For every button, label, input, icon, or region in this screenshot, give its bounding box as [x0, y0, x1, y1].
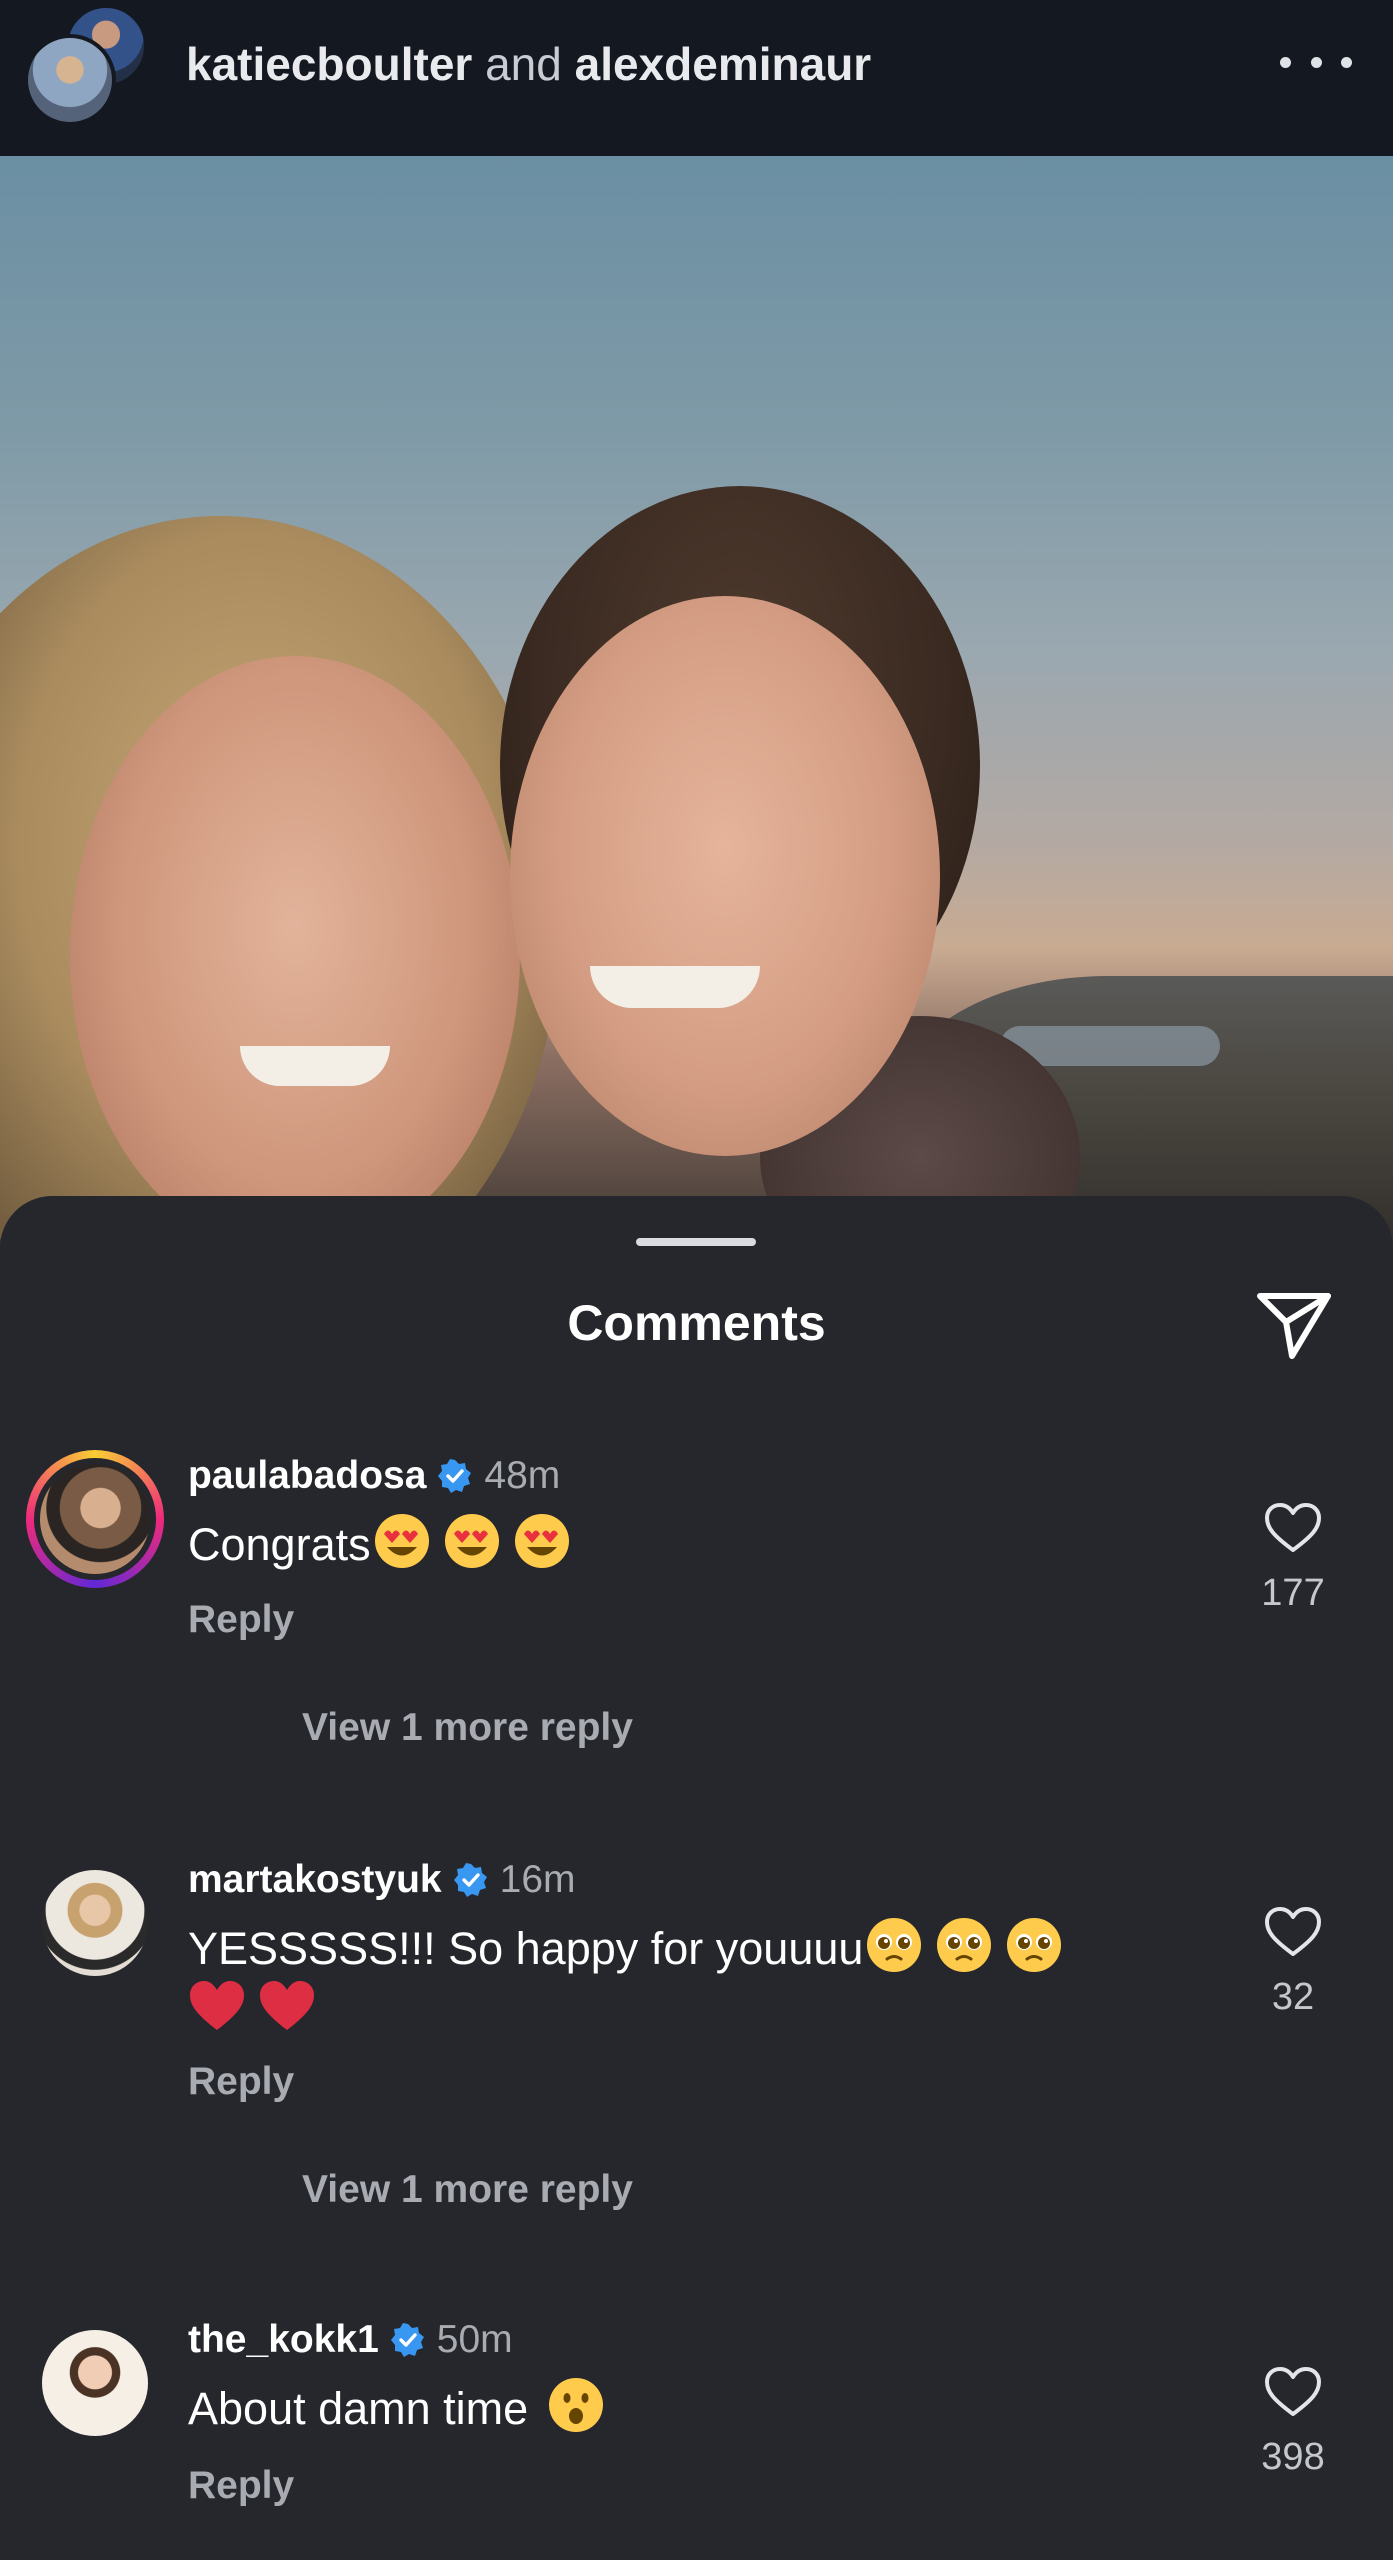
avatar[interactable]: [26, 1854, 164, 1992]
like-control: 398: [1248, 2366, 1338, 2479]
photo-face-right: [510, 596, 940, 1156]
pleading-face-emoji-icon: [867, 1918, 922, 1972]
verified-badge-icon: [453, 1863, 487, 1897]
avatar[interactable]: [26, 2314, 164, 2452]
comment-header: martakostyuk 16m: [188, 1856, 576, 1904]
author-username-2[interactable]: alexdeminaur: [575, 38, 872, 90]
comment-body: YESSSSS!!! So happy for youuuu: [188, 1923, 864, 1974]
comment-header: the_kokk1 50m: [188, 2316, 513, 2364]
heart-eyes-emoji-icon: [444, 1514, 499, 1568]
reply-button[interactable]: Reply: [188, 2060, 294, 2104]
pleading-face-emoji-icon: [1007, 1918, 1062, 1972]
like-control: 177: [1248, 1502, 1338, 1615]
photo-smile-right: [590, 966, 760, 1008]
comment-timestamp: 16m: [499, 1858, 576, 1901]
post-authors: katiecboulter and alexdeminaur: [186, 36, 871, 92]
dot: [1341, 56, 1352, 68]
like-count: 398: [1261, 2436, 1325, 2478]
comment-body: Congrats: [188, 1519, 371, 1570]
author-joiner: and: [485, 38, 562, 90]
hushed-face-emoji-icon: [548, 2378, 603, 2432]
comment-username[interactable]: the_kokk1: [188, 2316, 379, 2364]
red-heart-emoji-icon: [260, 1981, 314, 2030]
heart-icon[interactable]: [1264, 2366, 1322, 2418]
comment-timestamp: 48m: [484, 1454, 561, 1497]
comment-item: the_kokk1 50m About damn time Reply 398: [0, 2314, 1393, 2554]
red-heart-emoji-icon: [190, 1981, 244, 2030]
view-more-replies-button[interactable]: View 1 more reply: [302, 1706, 633, 1750]
comment-text: Congrats: [188, 1512, 1188, 1574]
like-control: 32: [1248, 1906, 1338, 2019]
pleading-face-emoji-icon: [937, 1918, 992, 1972]
avatar-image: [40, 1464, 150, 1574]
comment-text: YESSSSS!!! So happy for youuuu: [188, 1916, 1188, 2040]
reply-button[interactable]: Reply: [188, 1598, 294, 1642]
heart-icon[interactable]: [1264, 1502, 1322, 1554]
comment-item: martakostyuk 16m YESSSSS!!! So happy for…: [0, 1854, 1393, 2254]
author-username-1[interactable]: katiecboulter: [186, 38, 472, 90]
comment-timestamp: 50m: [436, 2318, 513, 2361]
avatar[interactable]: [24, 34, 116, 126]
post-photo[interactable]: [0, 156, 1393, 1256]
photo-smile-left: [240, 1046, 390, 1086]
collab-avatars[interactable]: [24, 4, 148, 126]
dot: [1310, 56, 1322, 68]
send-icon[interactable]: [1252, 1284, 1336, 1364]
photo-face-left: [70, 656, 520, 1256]
comments-sheet: Comments paulabadosa 48m Congrats Reply …: [0, 1196, 1393, 2560]
sheet-title: Comments: [567, 1295, 826, 1351]
more-horizontal-icon[interactable]: [1280, 40, 1352, 84]
heart-eyes-emoji-icon: [374, 1514, 429, 1568]
sheet-grabber[interactable]: [636, 1238, 756, 1246]
comment-header: paulabadosa 48m: [188, 1452, 560, 1500]
comment-username[interactable]: martakostyuk: [188, 1856, 442, 1904]
comment-username[interactable]: paulabadosa: [188, 1452, 426, 1500]
avatar-image: [42, 2330, 148, 2436]
like-count: 32: [1271, 1976, 1315, 2018]
post-header: katiecboulter and alexdeminaur: [0, 0, 1393, 156]
reply-button[interactable]: Reply: [188, 2464, 294, 2508]
heart-eyes-emoji-icon: [514, 1514, 569, 1568]
dot: [1280, 56, 1291, 68]
view-more-replies-button[interactable]: View 1 more reply: [302, 2168, 633, 2212]
comment-body: About damn time: [188, 2383, 529, 2434]
verified-badge-icon: [438, 1459, 472, 1493]
comment-item: paulabadosa 48m Congrats Reply View 1 mo…: [0, 1450, 1393, 1810]
verified-badge-icon: [390, 2323, 424, 2357]
avatar-image: [42, 1870, 148, 1976]
heart-icon[interactable]: [1264, 1906, 1322, 1958]
avatar[interactable]: [26, 1450, 164, 1588]
comment-text: About damn time: [188, 2376, 1188, 2438]
like-count: 177: [1261, 1572, 1325, 1614]
